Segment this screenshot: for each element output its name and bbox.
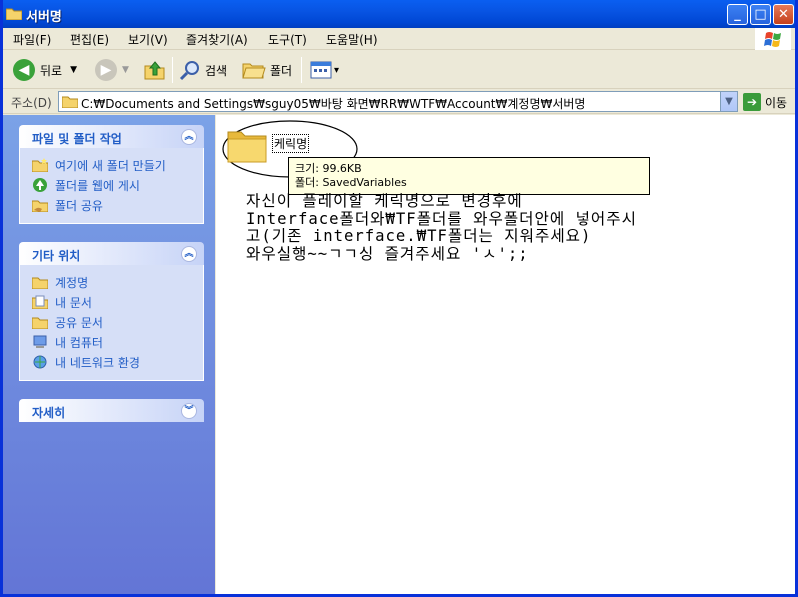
title-bar[interactable]: 서버명 _ □ ✕ xyxy=(3,0,795,28)
task-label: 여기에 새 폴더 만들기 xyxy=(55,158,166,173)
go-arrow-icon: ➔ xyxy=(743,93,761,111)
panel-body: 여기에 새 폴더 만들기 폴더를 웹에 게시 폴더 공유 xyxy=(19,148,204,224)
toolbar-separator xyxy=(301,57,302,83)
panel-title: 파일 및 폴더 작업 xyxy=(32,132,122,146)
task-pane: 파일 및 폴더 작업 ︽ 여기에 새 폴더 만들기 폴더를 웹에 게시 폴더 공… xyxy=(3,115,215,594)
folders-button[interactable]: 폴더 xyxy=(242,58,292,82)
panel-title: 자세히 xyxy=(32,406,66,420)
task-label: 폴더 공유 xyxy=(55,198,103,213)
views-icon xyxy=(310,61,332,79)
folders-label: 폴더 xyxy=(270,63,293,78)
place-shared-documents[interactable]: 공유 문서 xyxy=(32,312,203,332)
place-account[interactable]: 계정명 xyxy=(32,272,203,292)
toolbar: ◀ 뒤로 ▼ ▶ ▼ 검색 폴더 ▾ xyxy=(3,51,795,89)
place-label: 공유 문서 xyxy=(55,315,103,330)
my-computer-icon xyxy=(33,335,47,348)
address-input[interactable]: C:₩Documents and Settings₩sguy05₩바탕 화면₩R… xyxy=(58,91,738,112)
search-icon xyxy=(179,61,199,81)
network-icon xyxy=(33,355,47,369)
forward-arrow-icon: ▶ xyxy=(95,59,117,81)
place-label: 내 네트워크 환경 xyxy=(55,355,140,370)
close-button[interactable]: ✕ xyxy=(773,4,794,25)
folder-item[interactable]: 케릭명 xyxy=(226,126,310,167)
share-folder-icon xyxy=(32,200,48,212)
folder-icon xyxy=(62,96,78,108)
go-button[interactable]: ➔ 이동 xyxy=(743,93,787,111)
task-share-folder[interactable]: 폴더 공유 xyxy=(32,195,203,215)
forward-button[interactable]: ▶ ▼ xyxy=(95,58,129,82)
maximize-button[interactable]: □ xyxy=(750,4,771,25)
tooltip-size: 크기: 99.6KB xyxy=(295,162,362,175)
publish-web-icon xyxy=(33,178,47,192)
menu-help[interactable]: 도움말(H) xyxy=(326,31,378,48)
back-arrow-icon: ◀ xyxy=(13,59,35,81)
window-title: 서버명 xyxy=(26,10,62,25)
task-new-folder[interactable]: 여기에 새 폴더 만들기 xyxy=(32,155,203,175)
menu-file[interactable]: 파일(F) xyxy=(13,31,51,48)
place-my-computer[interactable]: 내 컴퓨터 xyxy=(32,332,203,352)
panel-other-places: 기타 위치 ︽ 계정명 내 문서 공유 문서 내 컴퓨터 내 네트워크 환경 xyxy=(19,242,204,381)
address-dropdown-icon[interactable]: ▼ xyxy=(720,92,737,111)
tooltip-folder: 폴더: SavedVariables xyxy=(295,176,407,189)
place-label: 내 컴퓨터 xyxy=(55,335,103,350)
menu-favorites[interactable]: 즐겨찾기(A) xyxy=(186,31,248,48)
windows-logo-icon xyxy=(755,28,791,50)
search-label: 검색 xyxy=(205,63,228,78)
up-folder-icon xyxy=(144,61,165,80)
go-label: 이동 xyxy=(765,95,788,110)
forward-dropdown-icon[interactable]: ▼ xyxy=(122,65,129,75)
file-list-area[interactable]: 케릭명 크기: 99.6KB 폴더: SavedVariables 자신이 플레… xyxy=(216,115,795,594)
panel-details: 자세히 ︾ xyxy=(19,399,204,422)
menu-bar: 파일(F) 편집(E) 보기(V) 즐겨찾기(A) 도구(T) 도움말(H) xyxy=(3,28,795,50)
menu-tools[interactable]: 도구(T) xyxy=(268,31,307,48)
views-button[interactable]: ▾ xyxy=(310,58,339,82)
my-documents-icon xyxy=(32,295,48,309)
place-network[interactable]: 내 네트워크 환경 xyxy=(32,352,203,372)
address-path: C:₩Documents and Settings₩sguy05₩바탕 화면₩R… xyxy=(81,97,586,111)
search-button[interactable]: 검색 xyxy=(179,58,227,82)
up-folder-button[interactable] xyxy=(143,58,167,82)
panel-header[interactable]: 기타 위치 ︽ xyxy=(19,242,204,265)
panel-file-folder-tasks: 파일 및 폴더 작업 ︽ 여기에 새 폴더 만들기 폴더를 웹에 게시 폴더 공… xyxy=(19,125,204,224)
folder-icon xyxy=(32,317,48,329)
folder-icon xyxy=(32,277,48,289)
folder-icon xyxy=(227,131,267,163)
explorer-window: 서버명 _ □ ✕ 파일(F) 편집(E) 보기(V) 즐겨찾기(A) 도구(T… xyxy=(0,0,798,597)
folder-tooltip: 크기: 99.6KB 폴더: SavedVariables xyxy=(288,157,650,195)
back-dropdown-icon[interactable]: ▼ xyxy=(70,65,77,75)
collapse-icon[interactable]: ︽ xyxy=(181,129,197,145)
minimize-button[interactable]: _ xyxy=(727,4,748,25)
new-folder-icon xyxy=(32,158,48,172)
note-line: 와우실행~~ㄱㄱ싱 즐겨주세요 'ㅅ';; xyxy=(246,244,529,263)
panel-header[interactable]: 자세히 ︾ xyxy=(19,399,204,422)
collapse-icon[interactable]: ︽ xyxy=(181,246,197,262)
back-label: 뒤로 xyxy=(40,63,63,78)
toolbar-separator xyxy=(172,57,173,83)
back-button[interactable]: ◀ 뒤로 ▼ xyxy=(13,58,77,82)
panel-body: 계정명 내 문서 공유 문서 내 컴퓨터 내 네트워크 환경 xyxy=(19,265,204,381)
note-line: 고(기존 interface.₩TF폴더는 지워주세요) xyxy=(246,227,592,245)
place-my-documents[interactable]: 내 문서 xyxy=(32,292,203,312)
panel-title: 기타 위치 xyxy=(32,249,81,263)
menu-edit[interactable]: 편집(E) xyxy=(70,31,109,48)
address-label: 주소(D) xyxy=(11,96,52,110)
expand-icon[interactable]: ︾ xyxy=(181,403,197,419)
note-line: Interface폴더와₩TF폴더를 와우폴더안에 넣어주시 xyxy=(246,209,637,228)
folder-name: 케릭명 xyxy=(272,134,310,153)
task-publish-web[interactable]: 폴더를 웹에 게시 xyxy=(32,175,203,195)
views-dropdown-icon[interactable]: ▾ xyxy=(334,65,339,76)
folders-icon xyxy=(242,63,266,79)
task-label: 폴더를 웹에 게시 xyxy=(55,178,140,193)
address-bar: 주소(D) C:₩Documents and Settings₩sguy05₩바… xyxy=(3,90,795,114)
panel-header[interactable]: 파일 및 폴더 작업 ︽ xyxy=(19,125,204,148)
place-label: 계정명 xyxy=(55,275,89,290)
menu-view[interactable]: 보기(V) xyxy=(128,31,168,48)
place-label: 내 문서 xyxy=(55,295,92,310)
instruction-note: 자신이 플레이할 케릭명으로 변경후에 Interface폴더와₩TF폴더를 와우… xyxy=(246,192,637,263)
folder-icon xyxy=(5,7,23,21)
note-line: 자신이 플레이할 케릭명으로 변경후에 xyxy=(246,192,523,210)
